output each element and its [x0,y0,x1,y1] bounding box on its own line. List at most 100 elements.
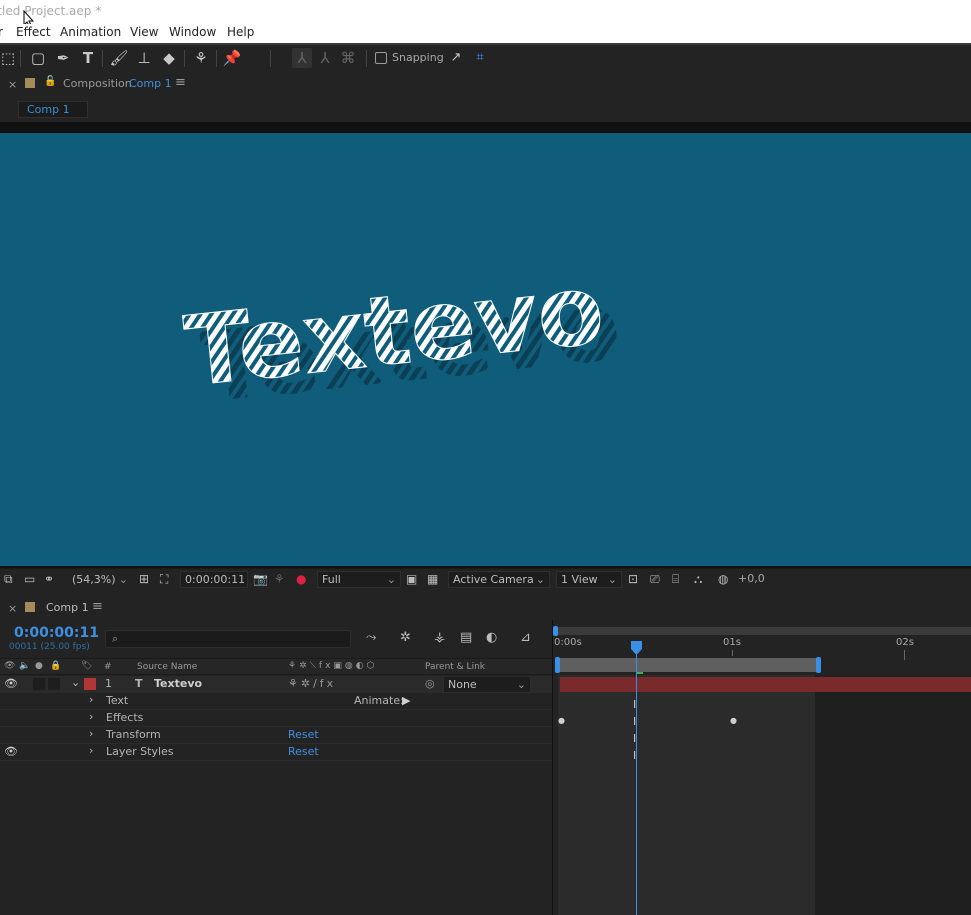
clone-stamp-icon[interactable]: ⊥ [134,48,154,68]
timeline-icon[interactable]: ⌸ [672,572,679,587]
rectangle-icon[interactable]: ▢ [28,48,48,68]
playhead-marker-icon[interactable] [630,640,643,656]
view-axis-icon[interactable]: ⌘ [338,48,358,68]
menu-item-help[interactable]: Help [227,25,254,39]
composition-canvas[interactable]: Textevo Textevo [0,133,971,566]
menu-item-view[interactable]: View [130,25,158,39]
selection-icon[interactable]: ⬚ [0,48,18,68]
panel-menu-icon[interactable]: ≡ [175,75,186,90]
eye-icon[interactable]: 👁 [4,745,18,758]
local-axis-icon[interactable]: ⅄ [292,48,312,68]
current-time-display[interactable]: 0:00:00:11 [14,625,99,641]
snapping-checkbox[interactable] [375,52,387,64]
snapshot-camera-icon[interactable]: 📷 [253,572,268,586]
work-area-bar[interactable] [557,658,818,672]
text-layer-render[interactable]: Textevo Textevo [0,133,971,566]
panel-menu-icon[interactable]: ≡ [92,599,103,614]
menu-item-animation[interactable]: Animation [60,25,121,39]
motion-blur-icon[interactable]: ◐ [486,630,497,645]
menu-item-window[interactable]: Window [169,25,216,39]
transparency-grid-icon[interactable]: ▦ [427,572,438,586]
monitor-icon[interactable]: ▭ [24,572,35,586]
safe-margins-icon[interactable]: ⊞ [139,572,149,586]
camera-dropdown[interactable]: Active Camera ⌄ [448,571,550,588]
region-of-interest-icon[interactable]: ⛶ [160,572,168,587]
property-row-transform[interactable]: › Transform Reset [0,727,552,744]
menu-item-layer[interactable]: r [0,25,3,39]
property-row-layer-styles[interactable]: 👁 › Layer Styles Reset [0,744,552,761]
snap-features-icon[interactable]: ⌗ [470,48,490,68]
pen-icon[interactable]: ✒ [53,48,73,68]
reset-exposure-icon[interactable]: ◍ [718,572,728,586]
lock-toggle[interactable] [48,678,60,690]
solo-icon[interactable]: ● [35,661,43,671]
column-parent-link[interactable]: Parent & Link [425,662,485,672]
layer-switches[interactable]: ⚘✲/fx [288,677,336,690]
audio-toggle[interactable] [33,678,45,690]
keyframe-dot[interactable]: ● [730,716,737,725]
composition-viewer[interactable]: Textevo Textevo [0,122,971,568]
fast-previews-icon[interactable]: ▣ [406,572,417,586]
timecode-field[interactable]: 0:00:00:11 [180,571,248,588]
layer-search-input[interactable]: ⌕ [105,630,351,648]
chevron-right-icon[interactable]: › [89,710,93,723]
eye-icon[interactable]: 👁 [4,677,18,690]
lock-icon[interactable]: 🔓 [44,76,56,87]
toggle-pixel-aspect-icon[interactable]: ⊡ [628,572,638,586]
channel-rgb-icon[interactable]: ● [296,572,306,586]
eraser-icon[interactable]: ◆ [159,48,179,68]
resolution-dropdown[interactable]: Full ⌄ [317,571,401,588]
reset-link[interactable]: Reset [288,728,319,741]
pickwhip-icon[interactable]: ◎ [425,677,435,690]
comp-mini-flowchart-icon[interactable]: ⤳ [366,630,376,645]
frame-blending-icon[interactable]: ▤ [460,630,472,645]
property-row-effects[interactable]: › Effects [0,710,552,727]
work-area-end-handle[interactable] [816,657,821,673]
puppet-pin-icon[interactable]: 📌 [222,48,242,68]
composition-name[interactable]: Comp 1 [129,77,172,90]
menu-item-effect[interactable]: Effect [16,25,51,39]
render-preview-icon[interactable]: ⎚ [650,572,660,587]
keyframe-dot[interactable]: ● [558,716,565,725]
views-dropdown[interactable]: 1 View ⌄ [556,571,622,588]
layer-label-color[interactable] [84,678,96,690]
tab-comp-1[interactable]: Comp 1 [18,101,88,118]
work-area-start-handle[interactable] [555,657,560,673]
chevron-right-icon[interactable]: › [89,744,93,757]
label-icon[interactable]: 🏷 [81,661,92,671]
flowchart-icon[interactable]: ⛬ [694,572,702,587]
animate-play-icon[interactable]: ▶ [402,694,410,707]
chevron-right-icon[interactable]: › [89,693,93,706]
show-snapshot-icon[interactable]: ⚘ [274,572,285,586]
chevron-right-icon[interactable]: › [89,727,93,740]
shy-layers-icon[interactable]: ⚶ [434,630,445,645]
exposure-value[interactable]: +0,0 [738,572,765,585]
video-visibility-icon[interactable]: 👁 [4,661,15,671]
layer-name[interactable]: Textevo [154,677,202,690]
brush-icon[interactable]: 🖌 [109,48,129,68]
navigator-start-handle[interactable] [553,626,558,636]
lock-icon[interactable]: 🔒 [50,661,61,671]
draft-3d-icon[interactable]: ✲ [400,630,411,645]
audio-icon[interactable]: 🔈 [19,661,30,671]
graph-editor-icon[interactable]: ⊿ [520,630,531,645]
snap-edges-icon[interactable]: ↗ [446,48,466,68]
time-navigator[interactable] [555,627,971,635]
property-row-text[interactable]: › Text Animate: ▶ [0,693,552,710]
magnification-dropdown[interactable]: (54,3%) ⌄ [67,571,133,588]
reset-link[interactable]: Reset [288,745,319,758]
parent-dropdown[interactable]: None ⌄ [443,676,531,693]
roto-brush-icon[interactable]: ⚘ [191,48,211,68]
always-preview-icon[interactable]: ⧉ [4,572,13,587]
expand-chevron-icon[interactable]: ⌄ [71,676,80,689]
timeline-tab-label[interactable]: Comp 1 [46,601,89,614]
type-icon[interactable]: T [78,48,98,68]
close-icon[interactable]: × [8,78,17,91]
layer-row[interactable]: 👁 ⌄ 1 T Textevo ⚘✲/fx ◎ None ⌄ [0,676,552,693]
timeline-graph[interactable]: 0:00s 01s 02s ● ● I I I I [553,620,971,915]
mask-visibility-icon[interactable]: ⚭ [44,572,54,586]
column-source-name[interactable]: Source Name [137,662,197,672]
layer-duration-bar[interactable] [560,677,971,692]
close-icon[interactable]: × [8,602,17,615]
world-axis-icon[interactable]: ⅄ [315,48,335,68]
